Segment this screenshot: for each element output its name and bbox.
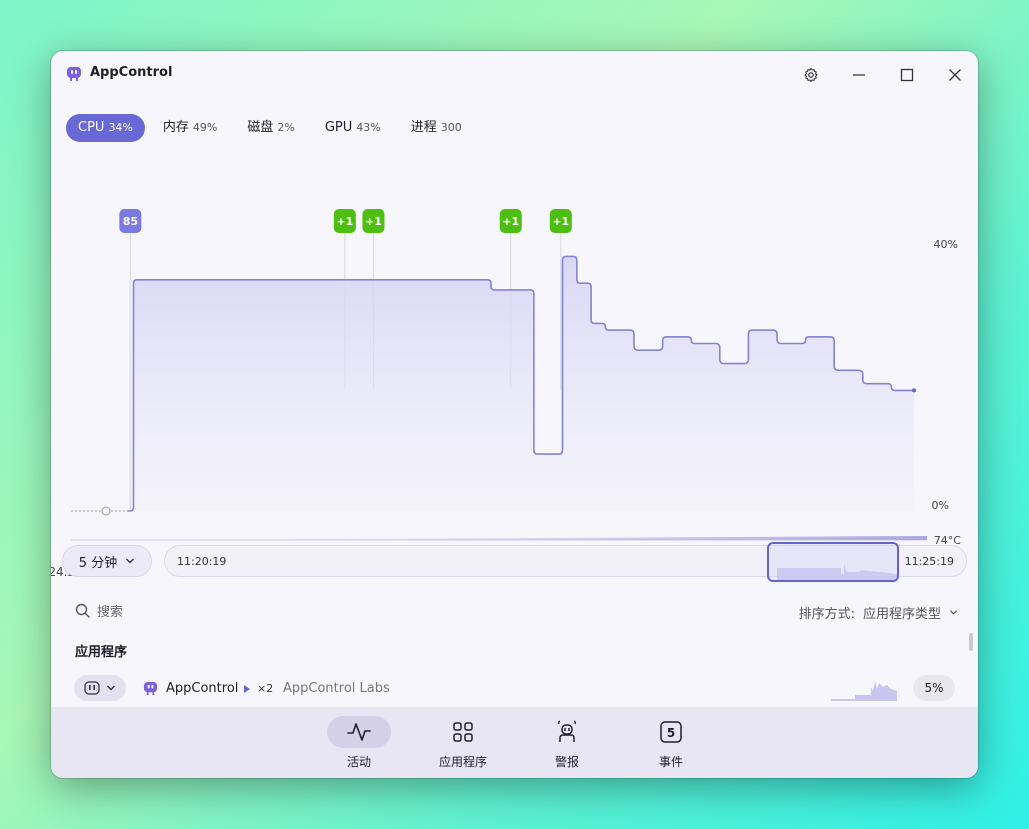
- nav-label: 事件: [658, 755, 683, 769]
- chevron-down-icon: [107, 685, 115, 691]
- y-axis-min-label: 0%: [932, 499, 949, 512]
- event-marker[interactable]: +1: [549, 209, 572, 233]
- time-range-label: 5 分钟: [78, 555, 118, 571]
- y-axis-max-label: 40%: [934, 238, 958, 251]
- nav-label: 应用程序: [438, 755, 487, 769]
- nav-activity[interactable]: 活动: [319, 716, 399, 770]
- temperature-band: [131, 536, 927, 540]
- time-range-dropdown[interactable]: 5 分钟: [62, 545, 152, 577]
- event-marker[interactable]: +1: [499, 209, 522, 233]
- list-scrollbar[interactable]: [969, 633, 973, 651]
- cpu-chart[interactable]: 85+1+1+1+1 40% 0% 74°C 11:24:2011:24:301…: [51, 151, 978, 591]
- start-marker: [101, 506, 111, 516]
- events-icon: 5: [660, 721, 682, 743]
- tab-label: 内存: [162, 120, 189, 135]
- app-type-icon: [84, 681, 100, 695]
- sort-label: 排序方式:: [798, 607, 855, 622]
- nav-label: 警报: [554, 755, 579, 769]
- app-logo-icon: [143, 681, 158, 696]
- event-count-marker[interactable]: 85: [119, 209, 142, 233]
- sort-value: 应用程序类型: [862, 607, 941, 622]
- cpu-chart-svg: 85+1+1+1+1 40% 0% 74°C 11:24:2011:24:301…: [51, 209, 961, 579]
- table-row[interactable]: AppControl ×2 AppControl Labs 5%: [51, 671, 978, 707]
- settings-button[interactable]: [799, 63, 823, 87]
- bottom-navigation: 活动 应用程序 警报 5 事件: [51, 707, 978, 778]
- app-logo-icon: [67, 67, 81, 81]
- play-icon: [244, 685, 250, 693]
- nav-apps[interactable]: 应用程序: [423, 716, 503, 770]
- current-point: [912, 388, 916, 393]
- gear-icon: [804, 67, 818, 83]
- section-title: 应用程序: [75, 645, 128, 660]
- app-name: AppControl: [166, 681, 239, 696]
- event-marker-label: +1: [502, 215, 519, 228]
- nav-alerts[interactable]: 警报: [527, 716, 607, 770]
- app-cpu-sparkline: [831, 681, 897, 701]
- timeline-scrubber[interactable]: 11:20:19 11:25:19: [164, 542, 967, 582]
- grid-icon: [453, 722, 473, 742]
- maximize-button[interactable]: [895, 63, 919, 87]
- search-icon: [75, 603, 90, 618]
- close-button[interactable]: [943, 63, 967, 87]
- minimize-icon: [853, 74, 865, 76]
- chevron-down-icon: [126, 558, 135, 564]
- sort-control[interactable]: 排序方式: 应用程序类型: [799, 603, 958, 622]
- instance-count: ×2: [257, 682, 274, 695]
- event-marker-label: +1: [336, 215, 353, 228]
- timeline-start: 11:20:19: [177, 555, 227, 568]
- alert-icon: [558, 720, 576, 742]
- chevron-down-icon: [949, 610, 958, 615]
- event-marker-label: 85: [123, 215, 138, 228]
- tab-disk[interactable]: 磁盘 2%: [235, 114, 306, 142]
- app-cpu-percent: 5%: [913, 675, 955, 701]
- events-badge: 5: [667, 726, 675, 740]
- tab-value: 300: [440, 121, 462, 134]
- event-marker-label: +1: [365, 215, 382, 228]
- cpu-area: [127, 256, 914, 511]
- timeline-window-handle[interactable]: [767, 542, 899, 582]
- nav-label: 活动: [346, 755, 371, 769]
- app-window: AppControl CPU 34% 内存 49% 磁盘 2% GPU 43% …: [51, 51, 978, 778]
- tab-value: 43%: [356, 121, 381, 134]
- tab-label: 磁盘: [247, 120, 274, 135]
- metric-tabs: CPU 34% 内存 49% 磁盘 2% GPU 43% 进程 300: [66, 114, 474, 142]
- tab-label: GPU: [324, 120, 353, 135]
- app-publisher: AppControl Labs: [283, 681, 390, 696]
- nav-events[interactable]: 5 事件: [631, 716, 711, 770]
- tab-gpu[interactable]: GPU 43%: [313, 114, 393, 142]
- timeline-end: 11:25:19: [904, 555, 954, 568]
- tab-label: 进程: [410, 120, 437, 135]
- timeline-sparkline: [777, 564, 897, 580]
- tab-memory[interactable]: 内存 49%: [151, 114, 229, 142]
- maximize-icon: [900, 68, 914, 82]
- activity-icon: [347, 723, 371, 741]
- tab-cpu[interactable]: CPU 34%: [66, 114, 145, 142]
- event-marker[interactable]: +1: [333, 209, 356, 233]
- tab-value: 49%: [192, 121, 218, 134]
- event-marker[interactable]: +1: [362, 209, 385, 233]
- close-icon: [949, 69, 961, 81]
- search-input[interactable]: [97, 601, 397, 623]
- event-marker-label: +1: [552, 215, 569, 228]
- tab-processes[interactable]: 进程 300: [399, 114, 474, 142]
- tab-value: 34%: [108, 121, 133, 134]
- title-bar: AppControl: [51, 51, 978, 97]
- window-title: AppControl: [90, 65, 173, 80]
- tab-label: CPU: [78, 120, 105, 135]
- tab-value: 2%: [277, 121, 295, 134]
- minimize-button[interactable]: [847, 63, 871, 87]
- expand-row-button[interactable]: [74, 675, 126, 701]
